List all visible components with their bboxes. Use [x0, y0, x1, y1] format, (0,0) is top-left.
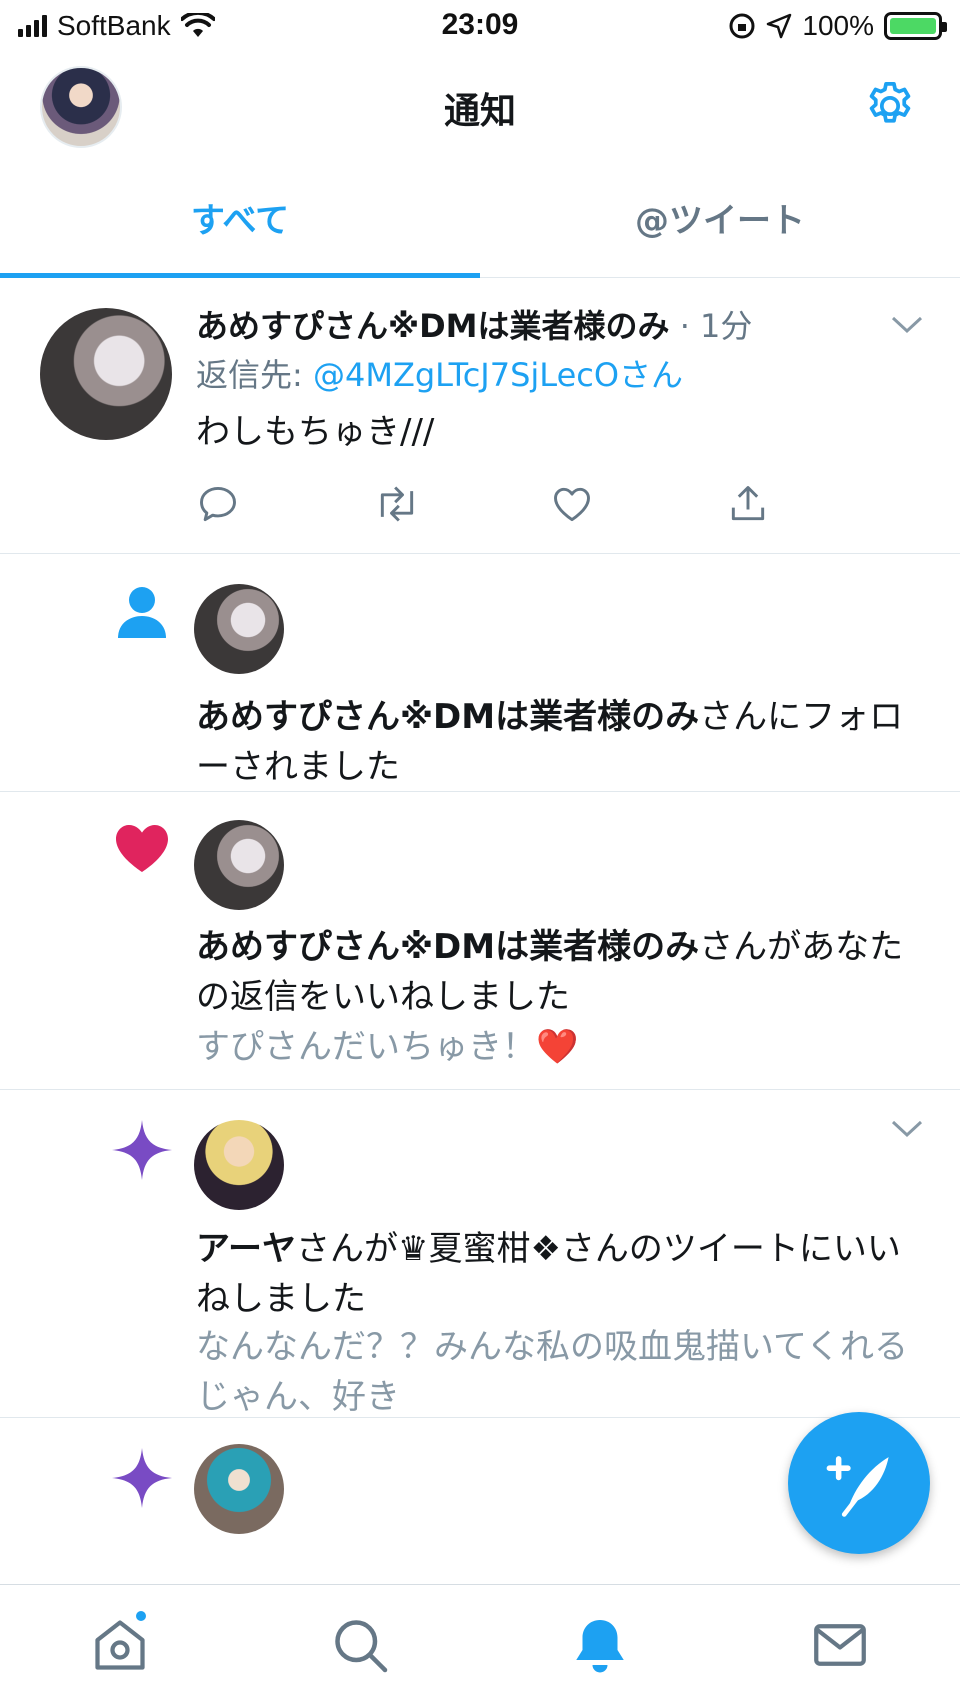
- avatar[interactable]: [194, 584, 284, 674]
- avatar[interactable]: [194, 1120, 284, 1210]
- avatar[interactable]: [40, 308, 172, 440]
- retweet-icon[interactable]: [372, 482, 422, 526]
- battery-icon: [884, 12, 947, 40]
- reply-to-line: 返信先: @4MZgLTcJ7SjLecOさん: [196, 350, 920, 400]
- activity-notification[interactable]: アーヤさんが♛夏蜜柑❖さんのツイートにいいねしました なんなんだ？？みんな私の吸…: [0, 1090, 960, 1418]
- compose-feather-icon: [826, 1456, 889, 1517]
- bottom-nav: [0, 1584, 960, 1706]
- status-bar: SoftBank 23:09 100%: [0, 0, 960, 56]
- sparkle-icon: [112, 1448, 172, 1508]
- sparkle-icon: [112, 1120, 172, 1180]
- tweet-item[interactable]: あめすぴさん※DMは業者様のみ · 1分 返信先: @4MZgLTcJ7SjLe…: [0, 278, 960, 554]
- quoted-text: すぴさんだいちゅき！❤️: [196, 1027, 579, 1067]
- tab-all[interactable]: すべて: [0, 166, 480, 278]
- notifications-icon[interactable]: [570, 1615, 630, 1675]
- reply-handle[interactable]: @4MZgLTcJ7SjLecOさん: [313, 356, 683, 394]
- tab-bar: すべて @ツイート: [0, 166, 960, 278]
- share-icon[interactable]: [726, 482, 770, 526]
- follow-notification[interactable]: あめすぴさん※DMは業者様のみさんにフォローされました: [0, 554, 960, 792]
- page-title: 通知: [443, 91, 516, 132]
- avatar[interactable]: [194, 820, 284, 910]
- compose-tweet-button[interactable]: [788, 1412, 930, 1554]
- notification-user-name[interactable]: アーヤ: [196, 1229, 296, 1269]
- notification-message: さんが♛夏蜜柑❖さんのツイートにいいねしました: [196, 1229, 901, 1319]
- search-icon[interactable]: [330, 1615, 390, 1675]
- messages-icon[interactable]: [810, 1615, 870, 1675]
- like-icon[interactable]: [550, 482, 594, 526]
- notification-user-name[interactable]: あめすぴさん※DMは業者様のみ: [196, 927, 699, 967]
- battery-percent: 100%: [802, 10, 874, 41]
- person-icon: [118, 587, 166, 638]
- notification-user-name[interactable]: あめすぴさん※DMは業者様のみ: [196, 697, 699, 737]
- like-notification[interactable]: あめすぴさん※DMは業者様のみさんがあなたの返信をいいねしました すぴさんだいち…: [0, 792, 960, 1090]
- location-icon: [767, 13, 792, 39]
- notification-text: アーヤさんが♛夏蜜柑❖さんのツイートにいいねしました: [196, 1224, 920, 1324]
- notification-feed: あめすぴさん※DMは業者様のみ · 1分 返信先: @4MZgLTcJ7SjLe…: [0, 278, 960, 1534]
- notification-text: あめすぴさん※DMは業者様のみさんにフォローされました: [196, 692, 920, 792]
- tweet-author-name[interactable]: あめすぴさん※DMは業者様のみ: [196, 307, 670, 345]
- reply-icon[interactable]: [196, 482, 240, 526]
- heart-icon: [116, 825, 168, 872]
- home-new-dot: [134, 1609, 148, 1623]
- orientation-lock-icon: [729, 13, 755, 39]
- tweet-text: わしもちゅき///: [196, 412, 435, 452]
- header: 通知: [0, 56, 960, 166]
- tweet-actions: [196, 482, 816, 532]
- reply-prefix: 返信先:: [196, 356, 313, 394]
- gear-icon[interactable]: [862, 78, 918, 134]
- avatar[interactable]: [194, 1444, 284, 1534]
- tab-mentions[interactable]: @ツイート: [480, 166, 960, 277]
- quoted-text: なんなんだ？？みんな私の吸血鬼描いてくれるじゃん、好き: [196, 1327, 908, 1417]
- home-icon[interactable]: [90, 1615, 150, 1675]
- chevron-down-icon[interactable]: [890, 1118, 924, 1140]
- tweet-time: · 1分: [679, 307, 753, 345]
- notification-text: あめすぴさん※DMは業者様のみさんがあなたの返信をいいねしました: [196, 922, 920, 1022]
